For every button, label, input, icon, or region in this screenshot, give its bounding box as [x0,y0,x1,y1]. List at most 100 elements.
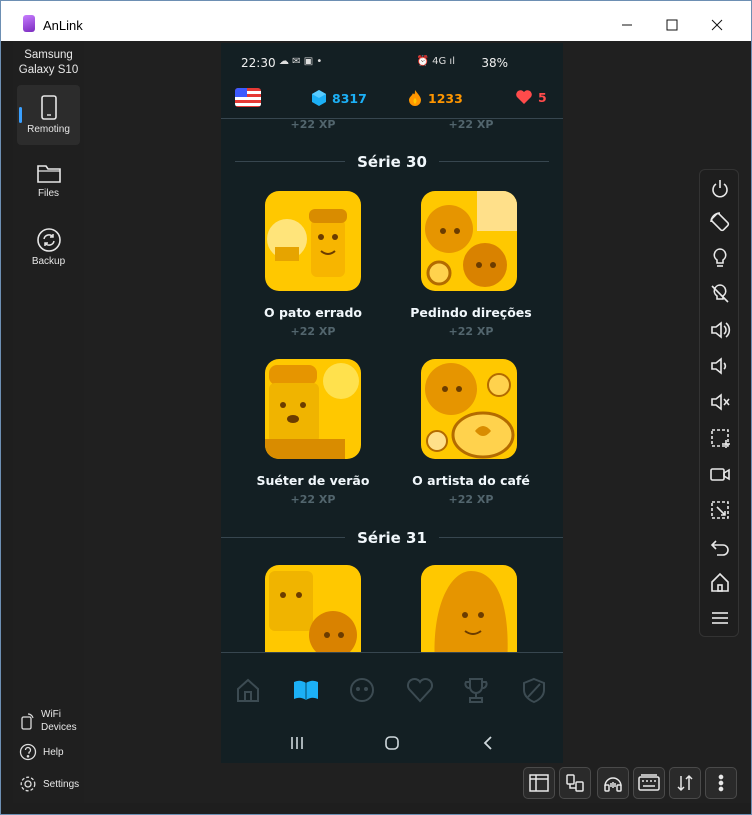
xp-label: +22 XP [290,325,336,338]
minimize-icon [622,24,632,26]
xp-label: +22 XP [448,325,494,338]
phone-status-bar: 22:30 ☁ ✉ ▣ • ⏰ 4G ıl 38% [221,43,563,81]
android-nav-bar [221,722,563,763]
recent-apps-icon[interactable] [289,736,305,750]
power-icon [712,180,728,198]
nav-home-icon[interactable] [233,675,263,705]
usb-connection-button[interactable] [559,767,591,799]
minimize-button[interactable] [604,10,650,40]
keyboard-button[interactable] [633,767,665,799]
close-icon [711,19,723,31]
nav-characters-icon[interactable] [347,675,377,705]
rotate-button[interactable] [707,209,733,235]
screen-off-button[interactable] [707,281,733,307]
device-control-bar [699,169,739,637]
sidebar-item-backup[interactable]: Backup [17,217,80,277]
home-button[interactable] [707,569,733,595]
sidebar-item-label: Remoting [27,124,70,135]
status-time: 22:30 [241,56,276,70]
folder-icon [36,165,61,183]
signal-icons: ⏰ 4G ıl [416,56,455,67]
crop-icon [711,501,729,519]
lesson-illustration [265,363,359,459]
app-window: AnLink Samsung Galaxy S10 Remoting Files… [0,0,752,815]
volume-down-icon [711,357,727,375]
backup-icon [36,228,61,252]
power-button[interactable] [707,176,733,202]
gem-icon [312,90,326,106]
lesson-illustration [434,571,508,652]
app-bottom-nav [221,652,563,722]
menu-button[interactable] [707,605,733,631]
lesson-illustration [425,191,517,287]
lesson-illustration [425,363,515,459]
hearts-counter[interactable]: 5 [515,89,547,105]
lesson-illustration [269,571,357,652]
sidebar-item-remoting[interactable]: Remoting [17,85,80,145]
volume-up-button[interactable] [707,317,733,343]
top-stats-bar: 8317 1233 5 [221,81,563,115]
lesson-scroll-area[interactable]: +22 XP +22 XP Série 30 O pato errado +22… [221,119,563,652]
settings-button[interactable]: Settings [19,775,79,793]
nav-trophy-icon[interactable] [461,675,491,705]
back-button[interactable] [707,533,733,559]
crop-screenshot-button[interactable] [707,497,733,523]
nav-learn-icon[interactable] [291,675,321,705]
transfer-button[interactable] [669,767,701,799]
home-icon [711,572,729,592]
mute-button[interactable] [707,389,733,415]
wifi-devices-button[interactable]: WiFi Devices [19,708,77,734]
lesson-title: O artista do café [412,473,530,488]
headphones-icon [604,777,622,792]
lesson-card-serie-31-2[interactable] [421,565,517,652]
active-indicator [19,107,22,123]
keyboard-icon [638,774,660,791]
xp-label: +22 XP [448,119,494,131]
screenshot-region-button[interactable] [707,425,733,451]
sidebar-item-files[interactable]: Files [17,151,80,211]
volume-down-button[interactable] [707,353,733,379]
bulb-icon [713,248,727,267]
back-arrow-icon [710,540,729,556]
up-down-arrows-icon [677,774,693,792]
more-options-button[interactable] [705,767,737,799]
usb-plug-icon [566,774,584,792]
section-title-serie-31: Série 31 [357,529,427,547]
nav-shield-icon[interactable] [519,675,549,705]
android-home-icon[interactable] [384,735,400,751]
android-back-icon[interactable] [481,735,495,751]
close-button[interactable] [694,10,740,40]
nav-heart-icon[interactable] [405,675,435,705]
xp-label: +22 XP [290,119,336,131]
select-region-icon [711,429,730,448]
mute-icon [711,393,730,411]
section-title-serie-30: Série 30 [357,153,427,171]
title-bar: AnLink [1,1,751,41]
gems-counter[interactable]: 8317 [311,89,367,107]
panel-layout-icon [529,774,549,792]
sidebar-item-label: Files [37,188,60,199]
xp-label: +22 XP [290,493,336,506]
record-button[interactable] [707,461,733,487]
anlink-logo-icon [23,15,35,32]
layout-toggle-button[interactable] [523,767,555,799]
lesson-card-o-artista-do-cafe[interactable] [421,359,517,459]
lesson-card-sueter-de-verao[interactable] [265,359,361,459]
maximize-button[interactable] [649,10,695,40]
lesson-card-o-pato-errado[interactable] [265,191,361,291]
sidebar: Samsung Galaxy S10 Remoting Files Backup… [13,41,84,803]
help-button[interactable]: Help [19,743,64,761]
streak-counter[interactable]: 1233 [407,89,463,107]
menu-icon [712,612,728,624]
lesson-card-pedindo-direcoes[interactable] [421,191,517,291]
lesson-card-serie-31-1[interactable] [265,565,361,652]
video-camera-icon [710,468,730,481]
us-flag-icon[interactable] [235,88,261,107]
audio-button[interactable] [597,767,629,799]
notification-icons: ☁ ✉ ▣ • [279,56,323,67]
lesson-title: O pato errado [263,305,363,320]
phone-screen[interactable]: 22:30 ☁ ✉ ▣ • ⏰ 4G ıl 38% 8317 1233 5 +2… [221,43,563,763]
section-divider [439,537,563,538]
screen-on-button[interactable] [707,245,733,271]
lesson-title: Pedindo direções [410,305,532,320]
